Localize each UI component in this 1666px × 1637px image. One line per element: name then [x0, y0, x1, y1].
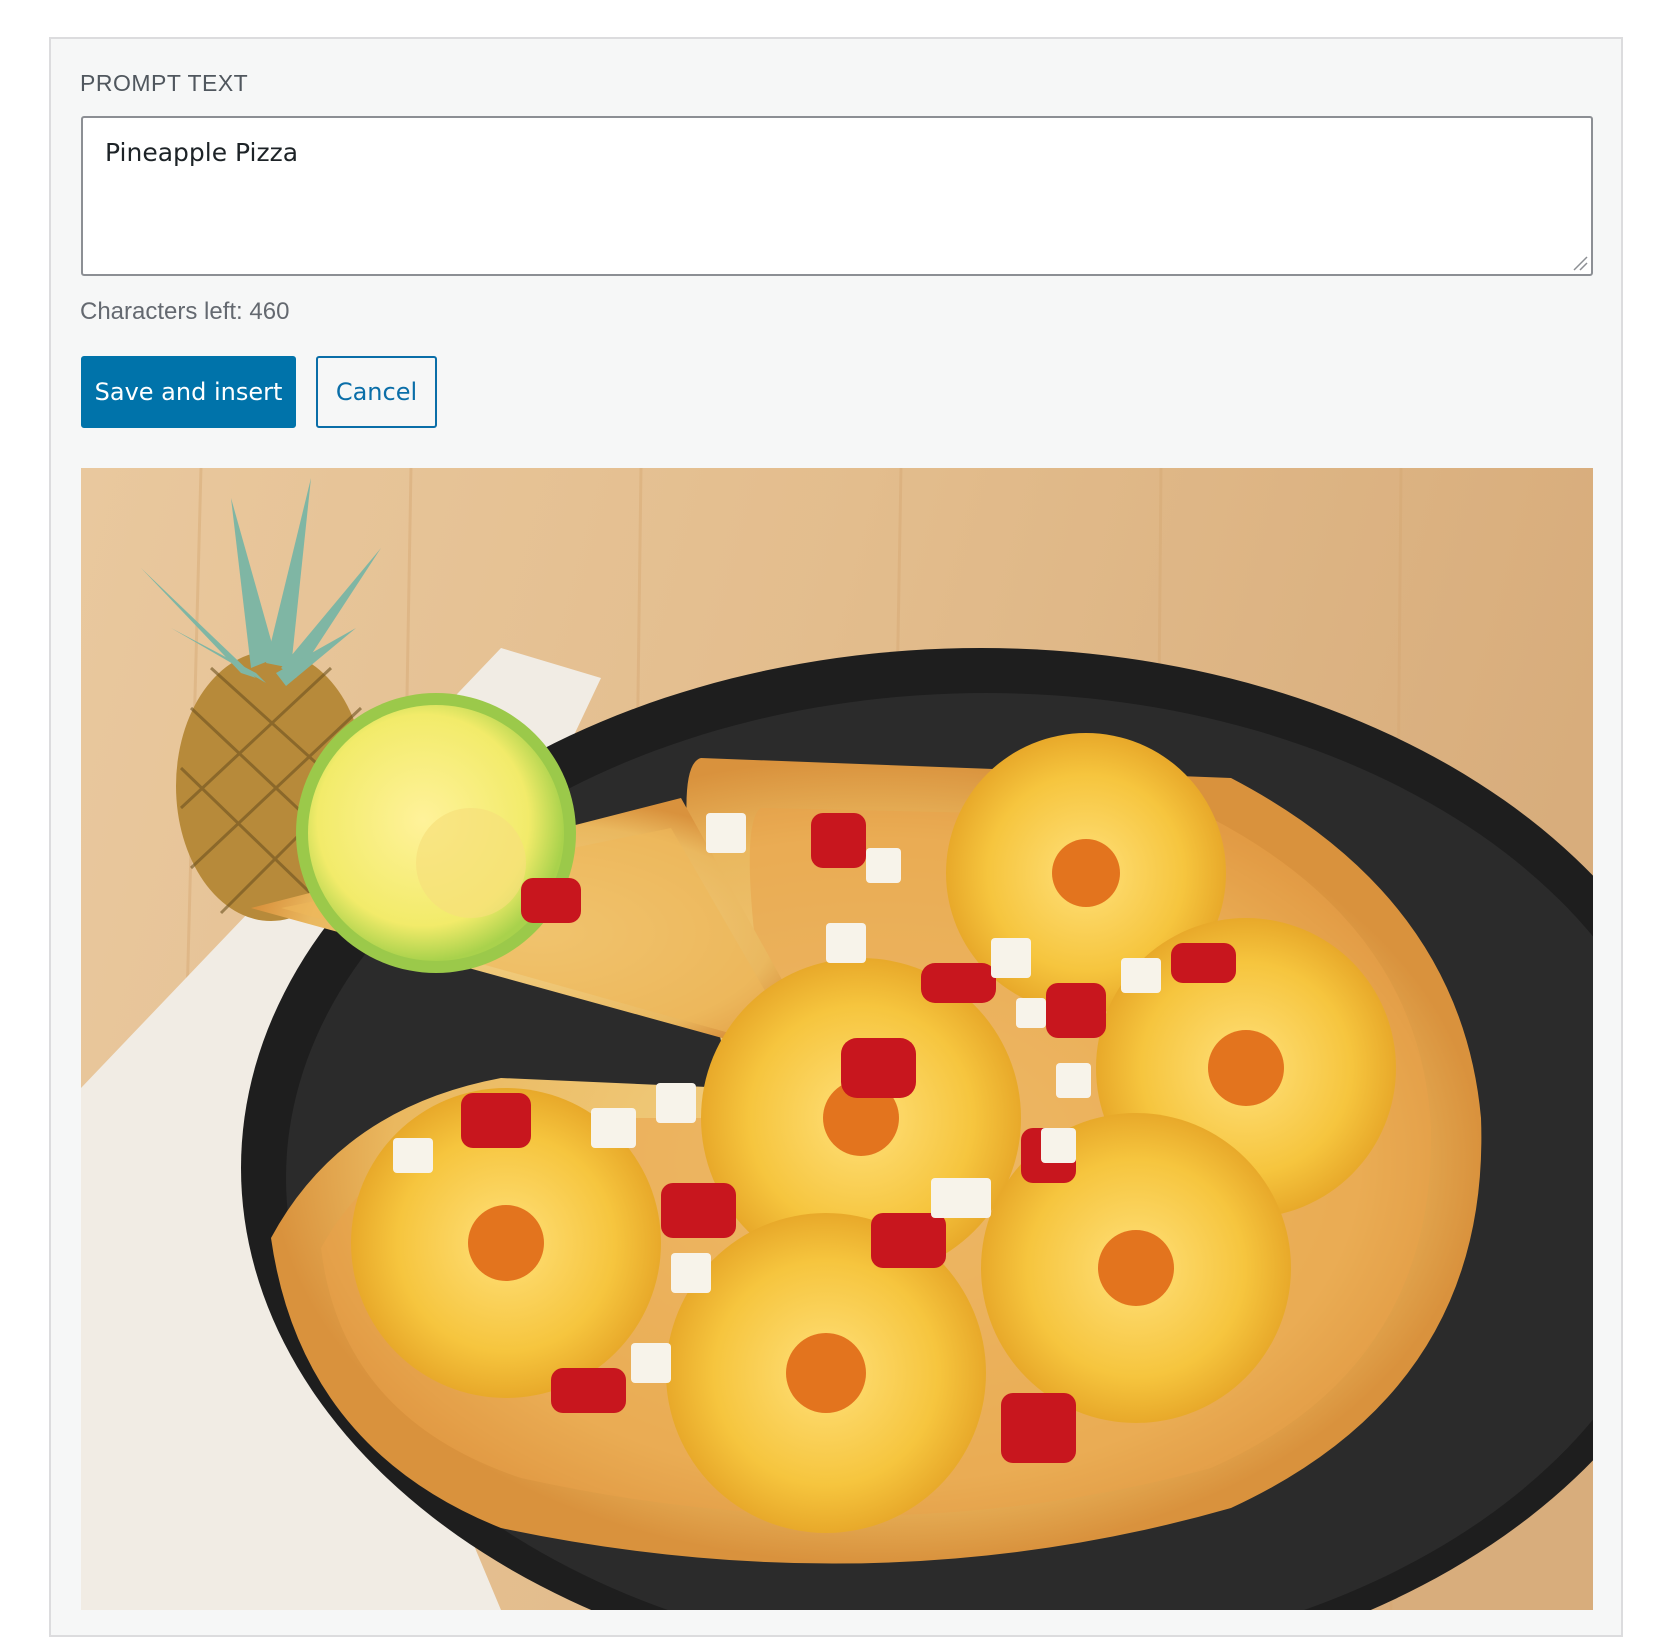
- generated-image: [81, 468, 1593, 1610]
- characters-left-counter: Characters left: 460: [80, 298, 290, 325]
- cancel-button[interactable]: Cancel: [316, 356, 437, 428]
- save-and-insert-button[interactable]: Save and insert: [81, 356, 296, 428]
- pineapple-pizza-image: [81, 468, 1593, 1610]
- prompt-textarea[interactable]: Pineapple Pizza: [83, 118, 1591, 274]
- prompt-label: PROMPT TEXT: [80, 70, 249, 96]
- resize-handle-icon[interactable]: [1572, 255, 1588, 271]
- prompt-textarea-wrapper: Pineapple Pizza: [81, 116, 1593, 276]
